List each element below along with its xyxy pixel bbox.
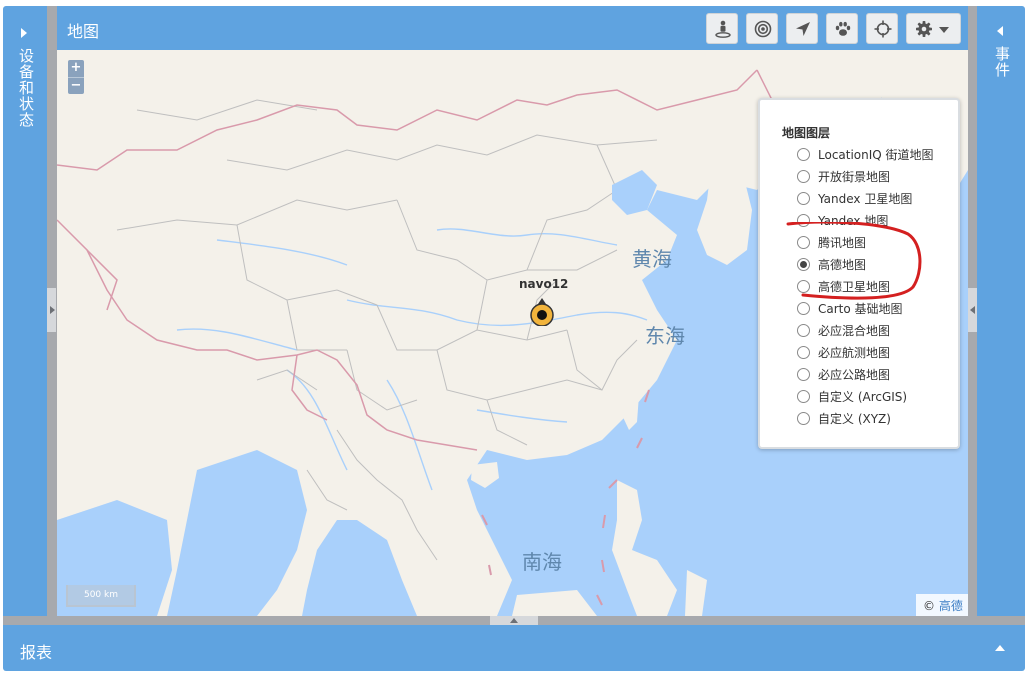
map-header: 地图: [57, 6, 968, 50]
layer-radio[interactable]: [797, 411, 810, 425]
paw-button[interactable]: [826, 13, 858, 44]
layer-option[interactable]: 必应混合地图: [797, 320, 890, 340]
street-view-button[interactable]: [706, 13, 738, 44]
device-marker-icon[interactable]: [528, 298, 556, 326]
navigation-arrow-icon: [796, 22, 810, 36]
expand-reports-icon[interactable]: [995, 645, 1005, 651]
device-marker-label: navo12: [519, 277, 569, 291]
layer-radio[interactable]: [797, 323, 810, 337]
layer-option[interactable]: Carto 基础地图: [797, 298, 903, 318]
layer-switcher: 地图图层 LocationIQ 街道地图 开放街景地图 Yandex 卫星地图 …: [758, 98, 960, 449]
layer-label: LocationIQ 街道地图: [818, 147, 934, 162]
layer-option[interactable]: 腾讯地图: [797, 232, 866, 252]
copyright-symbol: ©: [923, 599, 935, 613]
layer-radio[interactable]: [797, 169, 810, 183]
layer-option[interactable]: 自定义 (XYZ): [797, 408, 891, 428]
layer-label: Carto 基础地图: [818, 301, 903, 316]
layer-radio-checked[interactable]: [797, 257, 810, 271]
layer-radio[interactable]: [797, 213, 810, 227]
layer-label: Yandex 卫星地图: [818, 191, 913, 206]
street-view-icon: [715, 20, 731, 38]
layer-radio[interactable]: [797, 389, 810, 403]
layer-label: 自定义 (ArcGIS): [818, 389, 908, 404]
navigation-button[interactable]: [786, 13, 818, 44]
zoom-control: + −: [68, 60, 84, 94]
collapse-right-icon: [50, 306, 55, 314]
right-splitter-handle[interactable]: [968, 288, 977, 332]
layer-radio[interactable]: [797, 235, 810, 249]
caret-down-icon: [939, 27, 949, 33]
left-splitter[interactable]: [47, 6, 57, 616]
layer-label: 必应航测地图: [818, 345, 891, 360]
map-title: 地图: [67, 22, 100, 41]
layer-radio[interactable]: [797, 367, 810, 381]
map-view[interactable]: + − 黄海 东海 南海 navo12 500 km © 高德 地图图层 Loc…: [57, 50, 968, 616]
layer-option[interactable]: Yandex 卫星地图: [797, 188, 912, 208]
expand-up-icon: [510, 618, 518, 623]
geofence-icon: [754, 20, 772, 38]
bottom-splitter-handle[interactable]: [490, 616, 538, 625]
paw-icon: [835, 21, 851, 36]
sea-label-yellow-sea: 黄海: [632, 247, 672, 271]
layer-option[interactable]: 自定义 (ArcGIS): [797, 386, 907, 406]
expand-left-icon[interactable]: [997, 26, 1003, 36]
layer-radio[interactable]: [797, 191, 810, 205]
sea-label-south-sea: 南海: [522, 550, 562, 574]
layer-radio[interactable]: [797, 301, 810, 315]
hainan: [471, 462, 499, 488]
zoom-out-button[interactable]: −: [68, 77, 84, 94]
layer-radio[interactable]: [797, 345, 810, 359]
scale-bar: 500 km: [66, 585, 136, 607]
reports-title: 报表: [20, 643, 53, 662]
zoom-in-button[interactable]: +: [68, 60, 84, 77]
left-panel-devices[interactable]: 设备和状态: [3, 6, 47, 616]
layer-option[interactable]: LocationIQ 街道地图: [797, 144, 934, 164]
layer-label: 必应公路地图: [818, 367, 891, 382]
layer-option-selected[interactable]: 高德地图: [797, 254, 866, 274]
layer-option[interactable]: 开放街景地图: [797, 166, 890, 186]
layer-switcher-title: 地图图层: [782, 126, 831, 140]
layer-radio[interactable]: [797, 147, 810, 161]
layer-radio[interactable]: [797, 279, 810, 293]
layer-option[interactable]: 必应公路地图: [797, 364, 890, 384]
layer-label: 腾讯地图: [818, 235, 867, 250]
philippines: [612, 480, 677, 616]
collapse-left-icon: [970, 306, 975, 314]
layer-option[interactable]: 高德卫星地图: [797, 276, 890, 296]
right-panel-title: 事件: [993, 46, 1011, 78]
layer-label: 开放街景地图: [818, 169, 891, 184]
layer-label: 自定义 (XYZ): [818, 411, 891, 426]
right-panel-events[interactable]: 事件: [977, 6, 1025, 616]
layer-label: 高德地图: [818, 257, 867, 272]
layer-label: 必应混合地图: [818, 323, 891, 338]
layer-option[interactable]: Yandex 地图: [797, 210, 888, 230]
crosshair-icon: [874, 20, 892, 38]
right-splitter[interactable]: [968, 6, 977, 616]
left-panel-title: 设备和状态: [17, 48, 35, 128]
reports-panel[interactable]: 报表: [3, 625, 1025, 671]
settings-dropdown-button[interactable]: [906, 13, 961, 44]
expand-right-icon[interactable]: [21, 28, 27, 38]
sea-label-east-sea: 东海: [645, 324, 685, 348]
crosshair-button[interactable]: [866, 13, 898, 44]
layer-label: 高德卫星地图: [818, 279, 891, 294]
left-splitter-handle[interactable]: [47, 288, 56, 332]
attribution-link[interactable]: 高德: [939, 599, 963, 613]
geofence-button[interactable]: [746, 13, 778, 44]
layer-label: Yandex 地图: [818, 213, 889, 228]
map-attribution: © 高德: [916, 594, 968, 616]
layer-option[interactable]: 必应航测地图: [797, 342, 890, 362]
gear-icon: [916, 21, 932, 37]
